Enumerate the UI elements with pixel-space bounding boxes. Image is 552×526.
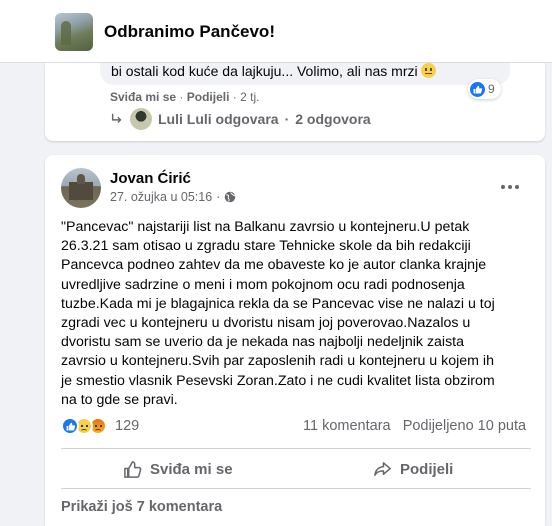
group-cover-thumbnail[interactable] [55, 13, 93, 51]
comment-actions: Sviđa mi se · Podijeli · 2 tj. [110, 90, 259, 104]
comment-like-link[interactable]: Sviđa mi se [110, 90, 176, 104]
separator-dot: · [179, 90, 187, 104]
post-author[interactable]: Jovan Ćirić [110, 170, 191, 187]
like-icon [470, 81, 485, 97]
divider [61, 488, 531, 489]
post-line: uvredljive sadrzine o meni i mom pokojno… [61, 276, 465, 293]
post-line: na to gde se pravi. [61, 391, 178, 408]
reply-arrow-icon [111, 113, 122, 123]
post-line: tuzbe.Kada mi je blagajnica rekla da se … [61, 295, 495, 312]
post-line: zavrsio u kontejneru.Svih par zaposlenih… [61, 353, 494, 370]
comment-like-badge[interactable]: 9 [468, 79, 501, 99]
thumbs-up-icon [124, 460, 142, 478]
replier-avatar [130, 108, 152, 130]
replies-link[interactable]: Luli Luli odgovara · 2 odgovora [110, 108, 371, 130]
comment-share-link[interactable]: Podijeli [187, 90, 230, 104]
comment-text: bi ostali kod kuće da lajkuju... Volimo,… [111, 63, 418, 79]
comments-count-link[interactable]: 11 komentara [303, 418, 391, 434]
post-date[interactable]: 27. ožujka u 05:16 [110, 190, 212, 204]
post-meta: 27. ožujka u 05:16 · [110, 190, 236, 204]
comment-text-wrapper: bi ostali kod kuće da lajkuju... Volimo,… [111, 63, 436, 79]
post-line: je smestio vlasnik Pesevski Zoran.Zato i… [61, 372, 495, 389]
reply-count: 2 odgovora [295, 111, 371, 127]
like-reaction-icon [61, 417, 79, 435]
share-button-label: Podijeli [400, 460, 454, 478]
reply-author-action: Luli Luli odgovara [158, 111, 279, 127]
author-avatar[interactable] [61, 168, 101, 208]
separator-dot: · [284, 111, 290, 127]
reaction-count: 129 [115, 418, 140, 434]
post-line: Pancevca podneo zahtev da me obaveste ko… [61, 257, 487, 274]
more-dot [515, 185, 519, 189]
post-line: 26.3.21 sam otisao u zgradu stare Tehnic… [61, 238, 471, 255]
comment-time[interactable]: 2 tj. [240, 90, 259, 104]
post-options-button[interactable] [495, 177, 525, 197]
post-line: zgradi vec u kontejneru u dvoristu nisam… [61, 315, 471, 332]
post-body: "Pancevac" najstariji list na Balkanu za… [61, 218, 531, 410]
more-dot [501, 185, 505, 189]
group-name[interactable]: Odbranimo Pančevo! [104, 22, 275, 42]
separator-dot: · [232, 90, 241, 104]
post-stats: 11 komentara Podijeljeno 10 puta [303, 418, 526, 434]
post-card: Jovan Ćirić 27. ožujka u 05:16 · "Pancev… [45, 155, 545, 526]
share-arrow-icon [374, 461, 391, 476]
like-button-label: Sviđa mi se [150, 460, 233, 478]
comment-like-count: 9 [488, 82, 495, 96]
neutral-face-emoji-icon [420, 63, 436, 78]
post-line: "Pancevac" najstariji list na Balkanu za… [61, 219, 470, 235]
share-button[interactable]: Podijeli [373, 453, 453, 485]
previous-post-card: bi ostali kod kuće da lajkuju... Volimo,… [45, 63, 545, 141]
globe-icon [225, 191, 236, 203]
shares-count-link[interactable]: Podijeljeno 10 puta [403, 418, 526, 434]
like-button[interactable]: Sviđa mi se [123, 453, 233, 485]
group-header: Odbranimo Pančevo! [0, 0, 552, 63]
separator-dot: · [216, 190, 221, 204]
more-dot [508, 185, 512, 189]
show-more-comments-link[interactable]: Prikaži još 7 komentara [61, 499, 222, 515]
post-line: dvoristu sam se uverio da je nekada nas … [61, 334, 464, 351]
reactions-summary[interactable]: 129 [61, 417, 139, 435]
divider [61, 448, 531, 449]
